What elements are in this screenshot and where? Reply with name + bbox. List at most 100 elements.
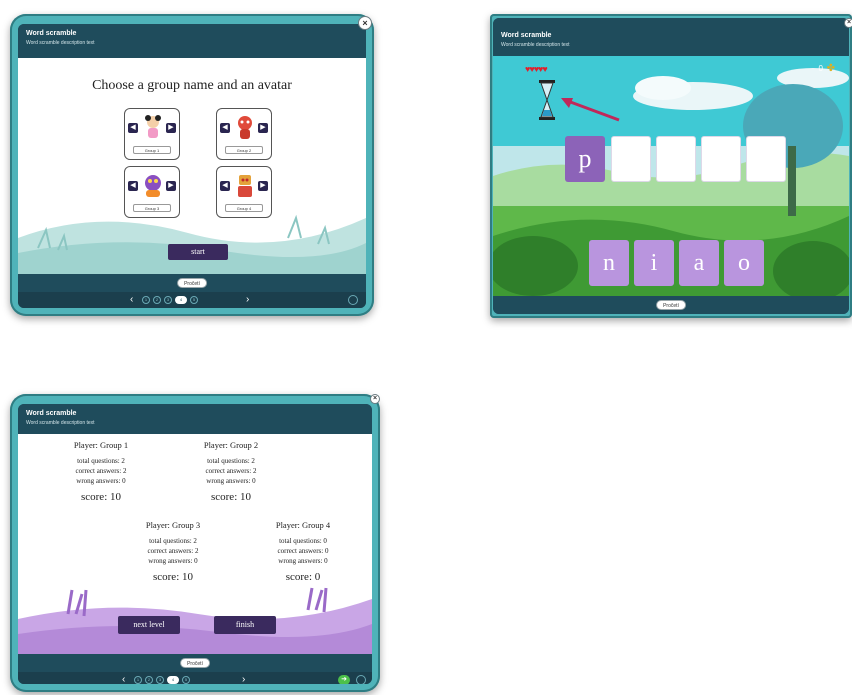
prev-avatar-button[interactable]: ◀: [220, 123, 230, 133]
close-button[interactable]: ×: [358, 16, 372, 30]
group-name-input[interactable]: Group 2: [225, 146, 263, 154]
next-avatar-button[interactable]: ▶: [258, 181, 268, 191]
results-content: Player: Group 1 total questions: 2 corre…: [18, 434, 372, 654]
footer-pill-button[interactable]: Pročetí: [177, 278, 207, 288]
group-name-input[interactable]: Group 3: [133, 204, 171, 212]
player-name: Player: Group 1: [73, 440, 129, 450]
bottom-bar: Pročetí: [18, 654, 372, 672]
answer-slot[interactable]: [746, 136, 786, 182]
page-dots: 1 2 3 4 5: [142, 296, 198, 304]
coins-value: 0: [818, 64, 823, 73]
results-window: Word scramble Word scramble description …: [10, 394, 380, 692]
page-dot[interactable]: 3: [164, 296, 172, 304]
window-inner: Word scramble Word scramble description …: [18, 404, 372, 684]
page-dots: 1 2 3 4 5: [134, 676, 190, 684]
player-result-2: Player: Group 2 total questions: 2 corre…: [176, 440, 286, 503]
total-questions: total questions: 2: [77, 457, 125, 465]
score: score: 10: [152, 571, 193, 583]
bottom-bar: Pročetí: [493, 296, 849, 314]
group-card-3: ◀ ▶ Group 3: [124, 166, 180, 218]
prev-page-button[interactable]: ‹: [130, 294, 133, 306]
robot-avatar-icon: [238, 175, 252, 197]
answer-slot[interactable]: [701, 136, 741, 182]
window-inner: Word scramble Word scramble description …: [493, 18, 849, 314]
close-button[interactable]: ×: [370, 394, 380, 404]
app-title: Word scramble: [26, 410, 77, 417]
total-questions: total questions: 2: [207, 457, 255, 465]
total-questions: total questions: 2: [149, 537, 197, 545]
lives-hearts: ♥♥♥♥♥: [525, 64, 548, 74]
group-name-input[interactable]: Group 1: [133, 146, 171, 154]
page-navigation: ‹ 1 2 3 4 5 › ➜: [18, 672, 372, 684]
red-creature-avatar-icon: [238, 116, 252, 139]
start-button[interactable]: start: [168, 244, 228, 260]
page-dot[interactable]: 2: [153, 296, 161, 304]
letter-tile[interactable]: o: [724, 240, 764, 286]
score: score: 10: [80, 491, 121, 503]
score: score: 10: [210, 491, 251, 503]
window-header: Word scramble Word scramble description …: [18, 24, 366, 58]
page-dot[interactable]: 1: [142, 296, 150, 304]
page-dot[interactable]: 3: [156, 676, 164, 684]
page-dot[interactable]: 1: [134, 676, 142, 684]
prev-page-button[interactable]: ‹: [122, 674, 125, 684]
prev-avatar-button[interactable]: ◀: [128, 123, 138, 133]
setup-content: Choose a group name and an avatar ◀ ▶ Gr…: [18, 58, 366, 274]
next-avatar-button[interactable]: ▶: [166, 123, 176, 133]
window-header: Word scramble Word scramble description …: [18, 404, 372, 434]
pointer-arrow-icon: [561, 98, 620, 122]
total-questions: total questions: 0: [279, 537, 327, 545]
answer-slot[interactable]: [611, 136, 651, 182]
footer-pill-button[interactable]: Pročetí: [656, 300, 686, 310]
app-description: Word scramble description text: [501, 42, 570, 48]
window-inner: Word scramble Word scramble description …: [18, 24, 366, 308]
app-title: Word scramble: [26, 30, 77, 37]
wrong-answers: wrong answers: 0: [76, 477, 126, 485]
page-dot-active[interactable]: 4: [167, 676, 179, 684]
app-description: Word scramble description text: [26, 420, 95, 426]
correct-answers: correct answers: 0: [277, 547, 329, 555]
group-name-input[interactable]: Group 4: [225, 204, 263, 212]
wrong-answers: wrong answers: 0: [278, 557, 328, 565]
prev-avatar-button[interactable]: ◀: [220, 181, 230, 191]
clover-icon: ✤: [826, 63, 835, 74]
group-card-4: ◀ ▶ Group 4: [216, 166, 272, 218]
letter-tile[interactable]: a: [679, 240, 719, 286]
fullscreen-icon[interactable]: [356, 675, 366, 684]
fullscreen-icon[interactable]: [348, 295, 358, 305]
player-result-4: Player: Group 4 total questions: 0 corre…: [248, 520, 358, 583]
bottom-bar: Pročetí: [18, 274, 366, 292]
page-dot[interactable]: 5: [182, 676, 190, 684]
player-name: Player: Group 3: [145, 520, 201, 530]
answer-slot[interactable]: p: [565, 136, 605, 182]
player-name: Player: Group 2: [203, 440, 259, 450]
next-page-button[interactable]: ›: [246, 294, 249, 306]
page-navigation: ‹ 1 2 3 4 5 ›: [18, 292, 366, 308]
close-button[interactable]: ×: [844, 18, 852, 28]
hourglass-icon: [539, 80, 555, 120]
player-result-1: Player: Group 1 total questions: 2 corre…: [46, 440, 156, 503]
page-dot[interactable]: 5: [190, 296, 198, 304]
finish-button[interactable]: finish: [214, 616, 276, 634]
setup-window: Word scramble Word scramble description …: [10, 14, 374, 316]
correct-answers: correct answers: 2: [75, 467, 127, 475]
letter-tile[interactable]: n: [589, 240, 629, 286]
next-avatar-button[interactable]: ▶: [258, 123, 268, 133]
game-scene: ♥♥♥♥♥ 0 ✤ p n i a o: [493, 56, 849, 296]
answer-slot[interactable]: [656, 136, 696, 182]
page-dot[interactable]: 2: [145, 676, 153, 684]
prev-avatar-button[interactable]: ◀: [128, 181, 138, 191]
next-avatar-button[interactable]: ▶: [166, 181, 176, 191]
game-window: Word scramble Word scramble description …: [490, 14, 852, 318]
next-page-button[interactable]: ›: [242, 674, 245, 684]
page-dot-active[interactable]: 4: [175, 296, 187, 304]
next-level-button[interactable]: next level: [118, 616, 180, 634]
girl-avatar-icon: [145, 115, 161, 138]
footer-pill-button[interactable]: Pročetí: [180, 658, 210, 668]
wrong-answers: wrong answers: 0: [148, 557, 198, 565]
coins-counter: 0: [819, 64, 823, 73]
letter-tile[interactable]: i: [634, 240, 674, 286]
player-result-3: Player: Group 3 total questions: 2 corre…: [118, 520, 228, 583]
next-arrow-green-icon[interactable]: ➜: [338, 675, 350, 684]
window-header: Word scramble Word scramble description …: [493, 18, 849, 56]
